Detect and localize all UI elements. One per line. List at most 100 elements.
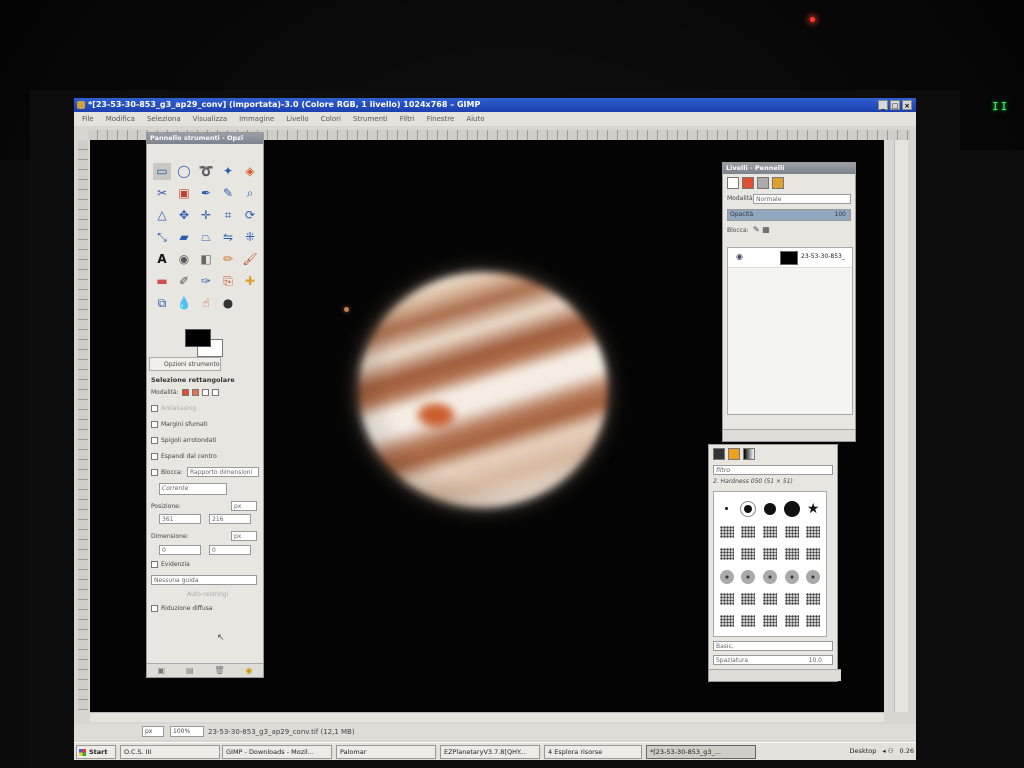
task-explorer[interactable]: 4 Esplora risorse [544,745,642,759]
blur-icon[interactable]: 💧 [175,295,193,312]
flip-icon[interactable]: ⇋ [219,229,237,246]
paintbrush-icon[interactable]: 🖌 [241,251,259,268]
menu-select[interactable]: Seleziona [147,112,181,126]
brush-grid[interactable]: ★ [713,491,827,637]
size-unit-select[interactable]: px [231,531,257,541]
feather-checkbox[interactable] [151,421,158,428]
brush-item[interactable] [806,593,821,606]
mode-intersect-icon[interactable] [211,389,219,396]
brush-item[interactable] [784,569,799,584]
paths-tab-icon[interactable] [757,177,769,189]
spacing-slider[interactable]: Spaziatura 10.0 [713,655,833,665]
brush-item[interactable] [762,548,777,561]
align-icon[interactable]: ✛ [197,207,215,224]
feather-row[interactable]: Margini sfumati [151,421,208,428]
diffuse-checkbox[interactable] [151,605,158,612]
smudge-icon[interactable]: ☝ [197,295,215,312]
brush-item[interactable] [806,548,821,561]
ellipse-select-icon[interactable]: ◯ [175,163,193,180]
brush-filter-field[interactable]: filtro [713,465,833,475]
opacity-slider[interactable]: Opacità 100 [727,209,851,221]
clone-icon[interactable]: ⎘ [219,273,237,290]
airbrush-icon[interactable]: ✐ [175,273,193,290]
mode-add-icon[interactable] [191,389,199,396]
brush-preset-select[interactable]: Basic, [713,641,833,651]
ink-icon[interactable]: ✑ [197,273,215,290]
bucket-fill-icon[interactable]: ◉ [175,251,193,268]
menu-view[interactable]: Visualizza [193,112,227,126]
size-w-field[interactable]: 0 [159,545,201,555]
clock[interactable]: 0.26 [900,745,914,759]
eraser-icon[interactable]: ▬ [153,273,171,290]
brush-item[interactable] [806,526,821,539]
menu-colors[interactable]: Colori [321,112,341,126]
autoshrink-button[interactable]: Auto-restringi [187,591,228,598]
rounded-checkbox[interactable] [151,437,158,444]
brush-item[interactable] [719,526,734,539]
zoom-select[interactable]: 100% [170,726,204,737]
brush-item[interactable] [741,548,756,561]
measure-icon[interactable]: △ [153,207,171,224]
free-select-icon[interactable]: ➰ [197,163,215,180]
highlight-checkbox[interactable] [151,561,158,568]
brush-item[interactable] [762,526,777,539]
menu-windows[interactable]: Finestre [427,112,455,126]
brush-item[interactable] [784,615,799,628]
diffuse-row[interactable]: Riduzione diffusa [151,605,213,612]
guides-select[interactable]: Nessuna guida [151,575,257,585]
desktop-toolbar[interactable]: Desktop [850,745,877,759]
save-options-icon[interactable]: ▣ [157,664,165,677]
brush-item[interactable] [741,593,756,606]
brush-item[interactable] [763,502,776,515]
task-ezplanetary[interactable]: EZPlanetaryV3.7.8[QHY... [440,745,540,759]
brush-item[interactable] [741,569,756,584]
scissors-icon[interactable]: ✂ [153,185,171,202]
brush-item[interactable] [719,615,734,628]
perspective-icon[interactable]: ⏢ [197,229,215,246]
highlight-row[interactable]: Evidenzia [151,561,190,568]
paths-icon[interactable]: ✒ [197,185,215,202]
mode-subtract-icon[interactable] [201,389,209,396]
patterns-tab-icon[interactable] [728,448,740,460]
antialias-checkbox[interactable] [151,405,158,412]
undo-tab-icon[interactable] [772,177,784,189]
unit-select[interactable]: px [142,726,164,737]
scale-icon[interactable]: ⤡ [153,229,171,246]
lock-pixels-icon[interactable]: ✎ ▦ [753,225,770,234]
task-palomar[interactable]: Palomar [336,745,436,759]
zoom-icon[interactable]: ⌕ [241,185,259,202]
pencil-icon[interactable]: ✏ [219,251,237,268]
expand-row[interactable]: Espandi dal centro [151,453,217,460]
toolbox-title[interactable]: Pannello strumenti - Opzi [147,133,263,144]
tool-options-tab[interactable]: Opzioni strumento [149,357,221,371]
brush-item[interactable] [741,526,756,539]
foreground-color-swatch[interactable] [185,329,211,347]
delete-options-icon[interactable]: 🗑 [214,664,224,677]
close-button[interactable]: × [902,100,912,110]
brush-item[interactable] [719,593,734,606]
color-select-icon[interactable]: ◈ [241,163,259,180]
start-button[interactable]: Start [76,745,116,759]
color-picker-icon[interactable]: ✎ [219,185,237,202]
crop-icon[interactable]: ⌗ [219,207,237,224]
brush-item[interactable] [719,548,734,561]
brush-item[interactable] [762,569,777,584]
text-tool-icon[interactable]: A [153,251,171,268]
fixed-checkbox[interactable] [151,469,158,476]
layer-row[interactable]: ◉ 23-53-30-853_ [728,248,852,268]
rect-select-icon[interactable]: ▭ [153,163,171,180]
fixed-row[interactable]: Blocca: [151,469,183,476]
rotate-icon[interactable]: ⟳ [241,207,259,224]
size-h-field[interactable]: 0 [209,545,251,555]
fuzzy-select-icon[interactable]: ✦ [219,163,237,180]
task-ocs[interactable]: O.C.S. III [120,745,220,759]
maximize-button[interactable]: □ [890,100,900,110]
channels-tab-icon[interactable] [742,177,754,189]
menu-edit[interactable]: Modifica [106,112,135,126]
expand-checkbox[interactable] [151,453,158,460]
tray-icons[interactable]: ◂ ⚇ [882,745,893,759]
menu-file[interactable]: File [82,112,94,126]
layers-panel-title[interactable]: Livelli - Pennelli [723,163,855,174]
rounded-row[interactable]: Spigoli arrotondati [151,437,216,444]
brush-item[interactable] [784,526,799,539]
